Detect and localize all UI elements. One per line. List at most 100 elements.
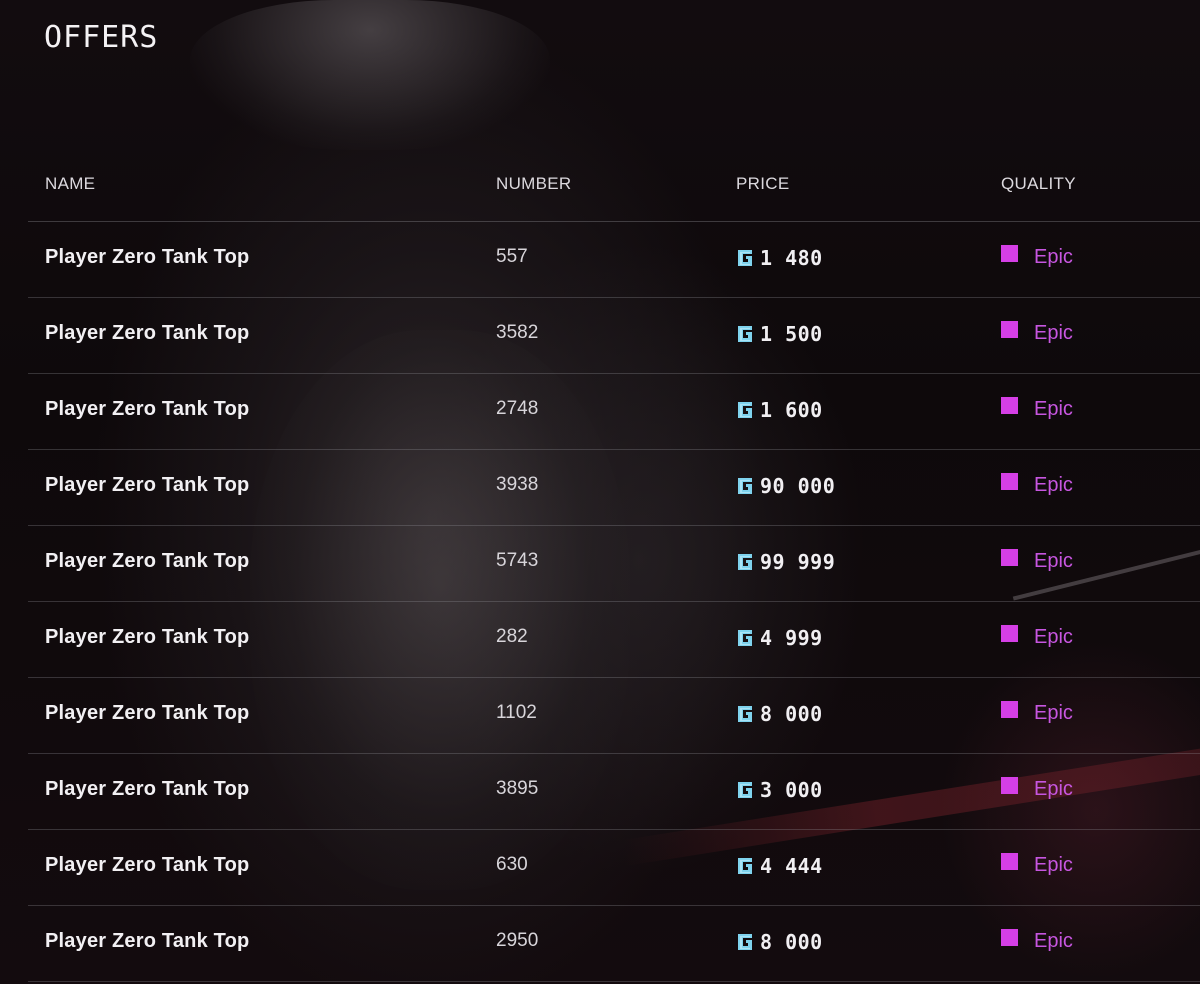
offer-price: 3 000	[736, 778, 823, 802]
price-value: 1 500	[760, 322, 823, 346]
quality-swatch-icon	[1001, 853, 1018, 870]
offer-quality: Epic	[1001, 853, 1073, 877]
offer-number: 282	[496, 626, 528, 647]
table-row[interactable]: Player Zero Tank Top 3938 90 000 Epic	[28, 450, 1200, 526]
offer-number: 3938	[496, 474, 539, 495]
offer-price: 4 999	[736, 626, 823, 650]
price-value: 3 000	[760, 778, 823, 802]
price-value: 8 000	[760, 930, 823, 954]
quality-swatch-icon	[1001, 549, 1018, 566]
table-row[interactable]: Player Zero Tank Top 2748 1 600 Epic	[28, 374, 1200, 450]
offer-quality: Epic	[1001, 777, 1073, 801]
offer-name: Player Zero Tank Top	[45, 398, 250, 420]
price-value: 4 444	[760, 854, 823, 878]
offer-quality: Epic	[1001, 245, 1073, 269]
price-value: 99 999	[760, 550, 836, 574]
quality-label: Epic	[1034, 778, 1073, 800]
table-row[interactable]: Player Zero Tank Top 630 4 444 Epic	[28, 830, 1200, 906]
offer-name: Player Zero Tank Top	[45, 322, 250, 344]
offer-price: 4 444	[736, 854, 823, 878]
quality-label: Epic	[1034, 550, 1073, 572]
currency-coin-icon	[736, 477, 754, 495]
quality-swatch-icon	[1001, 929, 1018, 946]
quality-label: Epic	[1034, 474, 1073, 496]
price-value: 4 999	[760, 626, 823, 650]
offer-number: 2748	[496, 398, 539, 419]
currency-coin-icon	[736, 325, 754, 343]
offer-price: 90 000	[736, 474, 835, 498]
offer-name: Player Zero Tank Top	[45, 550, 250, 572]
quality-label: Epic	[1034, 930, 1073, 952]
offer-name: Player Zero Tank Top	[45, 626, 250, 648]
column-header-number[interactable]: NUMBER	[496, 174, 571, 194]
quality-swatch-icon	[1001, 397, 1018, 414]
quality-label: Epic	[1034, 246, 1073, 268]
offer-number: 557	[496, 246, 528, 267]
offer-price: 99 999	[736, 550, 835, 574]
offer-name: Player Zero Tank Top	[45, 246, 250, 268]
currency-coin-icon	[736, 629, 754, 647]
offer-quality: Epic	[1001, 397, 1073, 421]
quality-swatch-icon	[1001, 321, 1018, 338]
currency-coin-icon	[736, 401, 754, 419]
price-value: 1 600	[760, 398, 823, 422]
offer-quality: Epic	[1001, 701, 1073, 725]
offer-price: 8 000	[736, 930, 823, 954]
quality-label: Epic	[1034, 398, 1073, 420]
offer-name: Player Zero Tank Top	[45, 854, 250, 876]
quality-swatch-icon	[1001, 245, 1018, 262]
offer-price: 1 480	[736, 246, 823, 270]
quality-swatch-icon	[1001, 701, 1018, 718]
offer-number: 2950	[496, 930, 539, 951]
table-header: NAME NUMBER PRICE QUALITY	[28, 160, 1200, 222]
currency-coin-icon	[736, 249, 754, 267]
offer-number: 5743	[496, 550, 539, 571]
table-row[interactable]: Player Zero Tank Top 3582 1 500 Epic	[28, 298, 1200, 374]
offer-quality: Epic	[1001, 625, 1073, 649]
offer-name: Player Zero Tank Top	[45, 778, 250, 800]
currency-coin-icon	[736, 933, 754, 951]
page-title: OFFERS	[44, 20, 159, 55]
table-row[interactable]: Player Zero Tank Top 1102 8 000 Epic	[28, 678, 1200, 754]
offer-price: 8 000	[736, 702, 823, 726]
table-row[interactable]: Player Zero Tank Top 282 4 999 Epic	[28, 602, 1200, 678]
offer-quality: Epic	[1001, 473, 1073, 497]
offer-price: 1 500	[736, 322, 823, 346]
price-value: 90 000	[760, 474, 836, 498]
quality-swatch-icon	[1001, 777, 1018, 794]
column-header-price[interactable]: PRICE	[736, 174, 789, 194]
offer-name: Player Zero Tank Top	[45, 930, 250, 952]
table-row[interactable]: Player Zero Tank Top 5743 99 999 Epic	[28, 526, 1200, 602]
quality-label: Epic	[1034, 626, 1073, 648]
quality-swatch-icon	[1001, 625, 1018, 642]
currency-coin-icon	[736, 857, 754, 875]
price-value: 1 480	[760, 246, 823, 270]
column-header-name[interactable]: NAME	[45, 174, 95, 194]
offer-quality: Epic	[1001, 929, 1073, 953]
offer-name: Player Zero Tank Top	[45, 474, 250, 496]
offer-number: 3582	[496, 322, 539, 343]
offer-number: 3895	[496, 778, 539, 799]
offer-number: 1102	[496, 702, 537, 723]
quality-label: Epic	[1034, 702, 1073, 724]
quality-label: Epic	[1034, 854, 1073, 876]
currency-coin-icon	[736, 705, 754, 723]
offer-price: 1 600	[736, 398, 823, 422]
currency-coin-icon	[736, 553, 754, 571]
offers-page: OFFERS NAME NUMBER PRICE QUALITY Player …	[0, 0, 1200, 984]
table-row[interactable]: Player Zero Tank Top 3895 3 000 Epic	[28, 754, 1200, 830]
table-row[interactable]: Player Zero Tank Top 2950 8 000 Epic	[28, 906, 1200, 982]
currency-coin-icon	[736, 781, 754, 799]
quality-label: Epic	[1034, 322, 1073, 344]
table-row[interactable]: Player Zero Tank Top 557 1 480 Epic	[28, 222, 1200, 298]
table-body: Player Zero Tank Top 557 1 480 Epic Player Z…	[28, 222, 1200, 982]
column-header-quality[interactable]: QUALITY	[1001, 174, 1076, 194]
price-value: 8 000	[760, 702, 823, 726]
quality-swatch-icon	[1001, 473, 1018, 490]
offer-quality: Epic	[1001, 321, 1073, 345]
offer-quality: Epic	[1001, 549, 1073, 573]
offer-name: Player Zero Tank Top	[45, 702, 250, 724]
background-character-hat	[190, 0, 550, 150]
offer-number: 630	[496, 854, 528, 875]
offers-table: NAME NUMBER PRICE QUALITY Player Zero Ta…	[28, 160, 1200, 982]
